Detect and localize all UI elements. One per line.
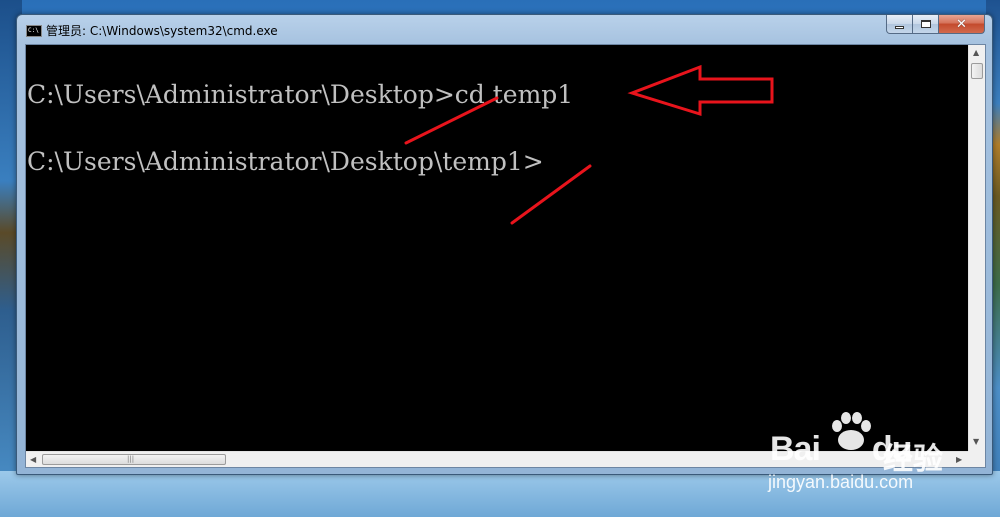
grip-icon: |||	[127, 455, 135, 463]
console-output[interactable]: C:\Users\Administrator\Desktop>cd temp1 …	[26, 45, 968, 451]
close-button[interactable]: ✕	[939, 15, 985, 34]
minimize-button[interactable]	[886, 15, 913, 34]
window-controls: ✕	[886, 15, 985, 34]
console-client-area: C:\Users\Administrator\Desktop>cd temp1 …	[25, 44, 986, 468]
maximize-icon	[920, 20, 931, 28]
scroll-up-icon[interactable]: ▲	[973, 48, 979, 58]
cmd-window: C:\ 管理员: C:\Windows\system32\cmd.exe ✕ C…	[16, 14, 993, 475]
scroll-left-icon[interactable]: ◀	[30, 455, 36, 465]
title-bar[interactable]: C:\ 管理员: C:\Windows\system32\cmd.exe ✕	[17, 15, 992, 43]
console-line: C:\Users\Administrator\Desktop\temp1>	[27, 147, 544, 176]
vertical-scroll-thumb[interactable]	[971, 63, 983, 79]
close-icon: ✕	[956, 16, 967, 32]
cmd-icon[interactable]: C:\	[26, 25, 42, 37]
maximize-button[interactable]	[913, 15, 939, 34]
watermark-url: jingyan.baidu.com	[768, 472, 914, 492]
horizontal-scroll-thumb[interactable]: |||	[42, 454, 226, 465]
vertical-scrollbar[interactable]: ▲ ▼	[968, 45, 985, 451]
console-line: C:\Users\Administrator\Desktop>cd temp1	[27, 80, 574, 109]
minimize-icon	[895, 26, 904, 29]
baidu-logo-bai: Bai	[770, 430, 821, 468]
baidu-jingyan-watermark: Bai du 经验 jingyan.baidu.com	[765, 410, 995, 500]
window-title: 管理员: C:\Windows\system32\cmd.exe	[46, 24, 278, 38]
